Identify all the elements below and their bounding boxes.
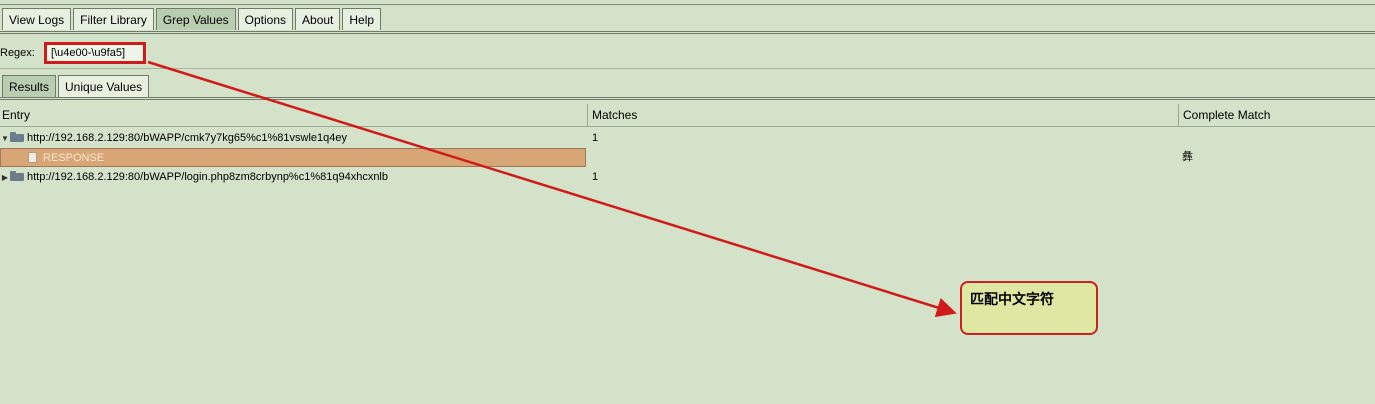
annotation-callout: 匹配中文字符: [960, 281, 1098, 335]
arrow-line: [147, 60, 957, 318]
callout-text: 匹配中文字符: [970, 291, 1054, 307]
annotation-arrow: [147, 60, 957, 318]
